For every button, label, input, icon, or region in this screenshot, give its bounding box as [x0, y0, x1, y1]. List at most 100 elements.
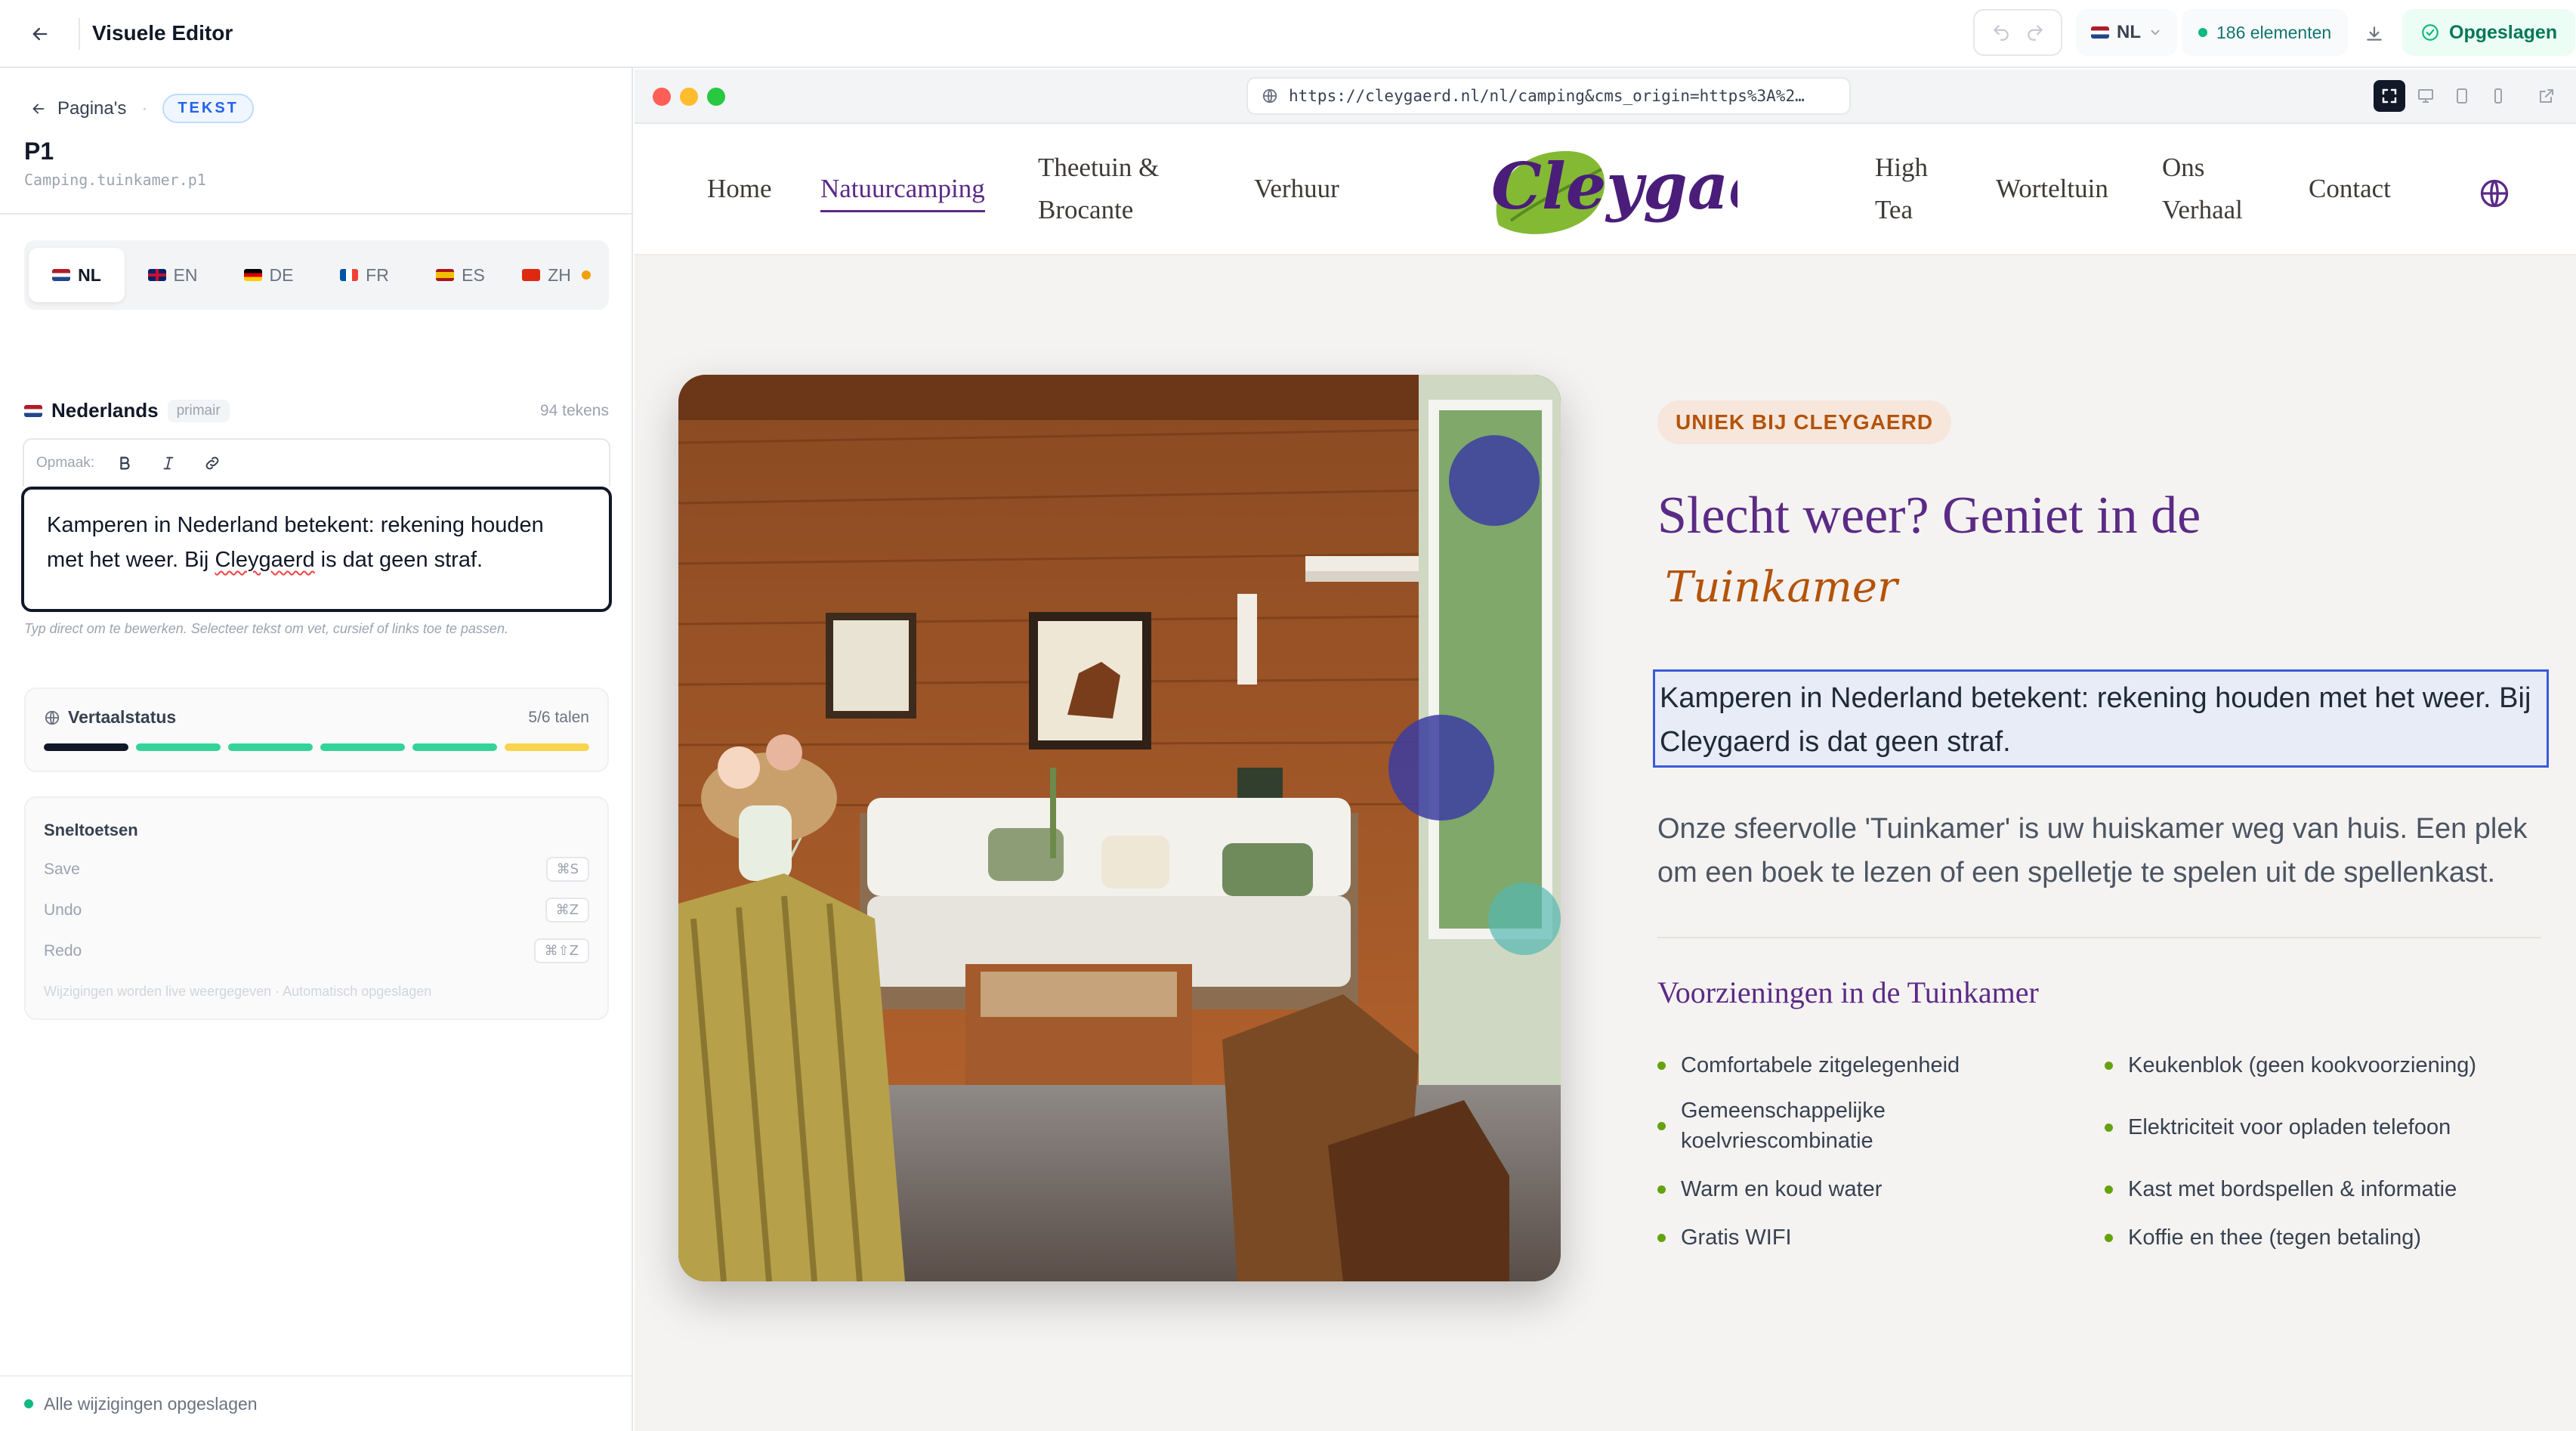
shortcut-row-undo: Undo ⌘Z	[44, 898, 589, 923]
facilities-title[interactable]: Voorzieningen in de Tuinkamer	[1657, 975, 2039, 1010]
globe-icon	[1262, 88, 1277, 104]
panel-footer: Alle wijzigingen opgeslagen	[0, 1375, 632, 1431]
tab-language-es[interactable]: ES	[412, 248, 508, 302]
bullet-dot-icon	[2105, 1123, 2113, 1132]
nav-item-natuurcamping[interactable]: Natuurcamping	[820, 168, 985, 212]
italic-button[interactable]	[155, 450, 182, 477]
nav-item-line: Theetuin &	[1038, 153, 1160, 182]
panel-divider	[0, 213, 632, 215]
link-icon	[205, 456, 219, 470]
char-count: 94 tekens	[539, 401, 609, 419]
download-icon	[2367, 26, 2382, 41]
facility-item: Koffie en thee (tegen betaling)	[2105, 1222, 2528, 1253]
tab-language-zh[interactable]: ZH	[508, 248, 604, 302]
flag-fr-icon	[340, 269, 359, 281]
desktop-view-button[interactable]	[2410, 80, 2442, 112]
tab-language-label: ES	[462, 264, 485, 285]
site-preview: https://cleygaerd.nl/nl/camping&cms_orig…	[635, 70, 2576, 1431]
facility-text[interactable]: Elektriciteit voor opladen telefoon	[2128, 1112, 2451, 1142]
url-bar[interactable]: https://cleygaerd.nl/nl/camping&cms_orig…	[1246, 77, 1851, 115]
bold-button[interactable]	[111, 450, 138, 477]
app-title: Visuele Editor	[92, 21, 233, 45]
facility-text[interactable]: Warm en koud water	[1681, 1174, 1882, 1204]
chevron-down-icon	[2151, 29, 2160, 36]
toolbar-divider	[79, 18, 80, 50]
footer-status: Alle wijzigingen opgeslagen	[44, 1393, 258, 1414]
shortcut-keys: ⌘Z	[545, 898, 589, 923]
tab-language-label: DE	[269, 264, 294, 285]
facility-item: Elektriciteit voor opladen telefoon	[2105, 1112, 2528, 1142]
nav-item-home[interactable]: Home	[707, 168, 772, 210]
text-editor[interactable]: Kamperen in Nederland betekent: rekening…	[21, 487, 612, 612]
bullet-dot-icon	[1657, 1122, 1666, 1130]
tab-language-nl[interactable]: NL	[29, 248, 125, 302]
undo-redo-group	[1973, 9, 2062, 56]
facility-text[interactable]: Kast met bordspellen & informatie	[2128, 1174, 2457, 1204]
breadcrumb-pages-link[interactable]: Pagina's	[57, 98, 126, 119]
facility-text[interactable]: Gemeenschappelijke koelvriescombinatie	[1681, 1096, 1944, 1156]
site-navigation: Home Natuurcamping Theetuin & Brocante V…	[635, 124, 2576, 255]
nav-item-line: High	[1875, 153, 1928, 182]
facility-text[interactable]: Gratis WIFI	[1681, 1222, 1792, 1253]
window-maximize-icon	[707, 88, 725, 106]
fullscreen-button[interactable]	[2374, 80, 2405, 112]
primary-badge: primair	[167, 399, 230, 422]
bullet-dot-icon	[2105, 1062, 2113, 1070]
nav-item-line: Verhaal	[2162, 195, 2243, 224]
saved-status-button[interactable]: Opgeslagen	[2402, 9, 2576, 56]
status-dot-icon	[2198, 28, 2207, 37]
desktop-icon	[2418, 89, 2433, 103]
nav-item-high-tea[interactable]: High Tea	[1875, 147, 1928, 231]
link-button[interactable]	[199, 450, 226, 477]
bullet-dot-icon	[1657, 1185, 1666, 1194]
nav-item-ons-verhaal[interactable]: Ons Verhaal	[2162, 147, 2243, 231]
nav-item-worteltuin[interactable]: Worteltuin	[1996, 168, 2108, 210]
fullscreen-icon	[2382, 88, 2397, 104]
translation-bar-de	[228, 743, 313, 751]
window-close-icon	[653, 88, 671, 106]
tab-language-label: FR	[366, 264, 389, 285]
current-language-header: Nederlands primair 94 tekens	[24, 399, 609, 422]
language-selector-value: NL	[2117, 22, 2141, 42]
tab-language-fr[interactable]: FR	[317, 248, 412, 302]
breadcrumb: Pagina's · TEKST	[30, 94, 254, 123]
paragraph-description[interactable]: Onze sfeervolle 'Tuinkamer' is uw huiska…	[1657, 807, 2549, 895]
bold-icon	[120, 456, 130, 470]
tab-language-de[interactable]: DE	[221, 248, 317, 302]
logo-wordmark: Cleygaerd	[1491, 149, 1737, 224]
selected-paragraph[interactable]: Kamperen in Nederland betekent: rekening…	[1653, 669, 2549, 768]
open-external-button[interactable]	[2531, 80, 2562, 112]
nav-item-theetuin[interactable]: Theetuin & Brocante	[1038, 147, 1159, 231]
facility-text[interactable]: Keukenblok (geen kookvoorziening)	[2128, 1050, 2476, 1080]
element-count-label: 186 elementen	[2216, 22, 2332, 42]
tablet-view-button[interactable]	[2446, 80, 2478, 112]
tab-language-label: EN	[173, 264, 198, 285]
download-button[interactable]	[2357, 17, 2392, 51]
translation-status-header: Vertaalstatus 5/6 talen	[44, 707, 589, 728]
mobile-view-button[interactable]	[2482, 80, 2514, 112]
cleygaerd-logo[interactable]: Cleygaerd	[1481, 136, 1737, 242]
section-heading-script: Tuinkamer	[1665, 563, 1898, 612]
nav-item-verhuur[interactable]: Verhuur	[1254, 168, 1339, 210]
tab-language-label: NL	[78, 264, 101, 285]
arrow-left-icon[interactable]	[30, 100, 47, 117]
language-globe-icon[interactable]	[2478, 177, 2511, 210]
tablet-icon	[2457, 88, 2467, 104]
back-button[interactable]	[23, 17, 57, 51]
tab-language-en[interactable]: EN	[125, 248, 221, 302]
language-selector[interactable]: NL	[2076, 9, 2177, 56]
nav-item-line: Brocante	[1038, 195, 1134, 224]
current-language-name: Nederlands	[51, 399, 159, 422]
top-bar: Visuele Editor NL 186 elementen Opgeslag…	[0, 0, 2576, 68]
facility-text[interactable]: Koffie en thee (tegen betaling)	[2128, 1222, 2421, 1253]
browser-chrome: https://cleygaerd.nl/nl/camping&cms_orig…	[635, 70, 2576, 124]
saved-dot-icon	[24, 1399, 33, 1408]
nav-item-contact[interactable]: Contact	[2309, 168, 2391, 210]
undo-icon[interactable]	[1991, 23, 2011, 42]
editor-hint: Typ direct om te bewerken. Selecteer tek…	[24, 621, 508, 636]
shortcut-keys: ⌘⇧Z	[533, 938, 589, 963]
redo-icon[interactable]	[2025, 23, 2045, 42]
section-kicker-badge: UNIEK BIJ CLEYGAERD	[1657, 400, 1952, 444]
facility-text[interactable]: Comfortabele zitgelegenheid	[1681, 1050, 1960, 1080]
element-count-badge: 186 elementen	[2182, 9, 2349, 56]
